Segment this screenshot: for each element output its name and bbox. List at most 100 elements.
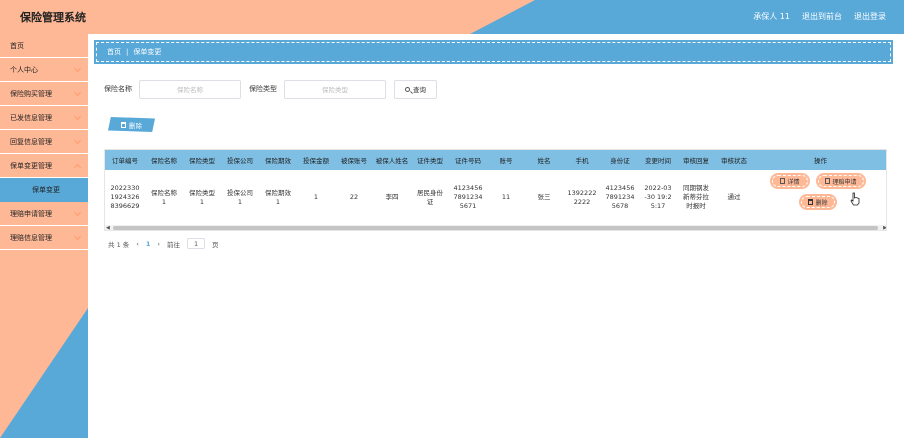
top-links: 承保人 11 退出到前台 退出登录 <box>753 11 886 22</box>
table-header: 订单编号 保险名称 保险类型 投保公司 保险期效 投保金额 被保账号 被保人姓名… <box>105 150 886 170</box>
cell-id-card: 4123456 7891234 5678 <box>605 184 635 210</box>
header-account: 账号 <box>499 157 513 165</box>
sidebar-item-reply-messages[interactable]: 回复信息管理 <box>0 130 88 154</box>
sidebar-item-personal-center[interactable]: 个人中心 <box>0 58 88 82</box>
horizontal-scrollbar[interactable]: ◀ ▶ <box>105 225 886 230</box>
sidebar-item-label: 个人中心 <box>10 65 38 74</box>
goto-label: 前往 <box>167 240 181 249</box>
scroll-left-arrow-icon[interactable]: ◀ <box>106 225 110 230</box>
header-insurance-name: 保险名称 <box>151 157 177 165</box>
header-order-no: 订单编号 <box>112 157 138 165</box>
sidebar-decoration <box>0 308 88 438</box>
page-suffix-label: 页 <box>212 240 219 249</box>
cell-company: 投保公司 1 <box>227 188 253 206</box>
header-company: 投保公司 <box>227 157 253 165</box>
sidebar-item-label: 保单变更管理 <box>10 161 52 170</box>
query-button[interactable]: 查询 <box>394 79 437 99</box>
cell-change-time: 2022-03 -30 19:2 5:17 <box>644 184 672 210</box>
header-review-status: 审核状态 <box>721 157 747 165</box>
header-insurance-type: 保险类型 <box>189 157 215 165</box>
sidebar-item-label: 理赔信息管理 <box>10 233 52 242</box>
cell-phone: 1392222 2222 <box>567 188 597 206</box>
breadcrumb-home[interactable]: 首页 <box>107 47 121 57</box>
header-validity: 保险期效 <box>265 157 291 165</box>
logout-link[interactable]: 退出登录 <box>854 11 886 22</box>
sidebar-item-insurance-purchase[interactable]: 保险购买管理 <box>0 82 88 106</box>
pagination-total: 共 1 条 <box>108 240 130 249</box>
header-insured-name: 被保人姓名 <box>375 157 409 165</box>
pagination: 共 1 条 ‹ 1 › 前往 1 页 <box>108 238 219 249</box>
chevron-down-icon <box>73 88 82 97</box>
header-amount: 投保金额 <box>303 157 329 165</box>
document-icon <box>825 178 831 184</box>
chevron-down-icon <box>73 64 82 73</box>
header-change-time: 变更时间 <box>645 157 671 165</box>
sidebar-item-label: 已发信息管理 <box>10 113 52 122</box>
cell-order-no: 2022330 1924326 8396629 <box>110 184 140 210</box>
batch-delete-button[interactable]: 删除 <box>108 117 155 132</box>
breadcrumb-separator: | <box>126 48 129 56</box>
search-bar: 保险名称 保险名称 保险类型 保险类型 查询 <box>104 79 437 99</box>
current-user-label: 承保人 11 <box>753 12 790 21</box>
breadcrumb-current: 保单变更 <box>133 48 162 56</box>
trash-icon <box>121 121 126 128</box>
cell-insurance-type: 保险类型 1 <box>189 188 215 206</box>
chevron-down-icon <box>73 136 82 145</box>
sidebar-item-label: 保险购买管理 <box>10 89 52 98</box>
detail-button[interactable]: 详情 <box>771 174 809 188</box>
page-number-current[interactable]: 1 <box>146 240 151 248</box>
cell-account: 11 <box>501 193 511 201</box>
header-id-card: 身份证 <box>610 157 630 165</box>
document-icon <box>780 178 786 184</box>
scroll-right-arrow-icon[interactable]: ▶ <box>883 225 886 230</box>
header-phone: 手机 <box>575 157 589 165</box>
cell-validity: 保险期效 1 <box>265 188 291 206</box>
claim-apply-button[interactable]: 理赔申请 <box>817 174 865 188</box>
search-icon <box>405 86 410 92</box>
header-id-type: 证件类型 <box>417 157 443 165</box>
chevron-down-icon <box>73 208 82 217</box>
trash-icon <box>808 199 814 205</box>
sidebar-item-policy-change[interactable]: 保单变更管理 <box>0 154 88 178</box>
next-page-button[interactable]: › <box>157 240 160 248</box>
row-actions: 详情 理赔申请 删除 <box>765 174 886 221</box>
top-bar: 保险管理系统 承保人 11 退出到前台 退出登录 <box>0 0 904 34</box>
sidebar-item-sent-messages[interactable]: 已发信息管理 <box>0 106 88 130</box>
cell-insurance-name: 保险名称 1 <box>151 188 177 206</box>
insurance-name-label: 保险名称 <box>104 85 132 93</box>
sidebar-item-claim-info[interactable]: 理赔信息管理 <box>0 226 88 250</box>
header-id-number: 证件号码 <box>455 157 481 165</box>
prev-page-button[interactable]: ‹ <box>136 240 139 248</box>
cell-id-number: 4123456 7891234 5671 <box>453 184 483 210</box>
main-content: 首页 | 保单变更 保险名称 保险名称 保险类型 保险类型 查询 删除 订单编号… <box>88 34 904 438</box>
insurance-type-label: 保险类型 <box>249 85 277 93</box>
cell-name: 张三 <box>537 193 551 201</box>
header-actions: 操作 <box>814 157 827 165</box>
back-to-frontend-link[interactable]: 退出到前台 <box>802 11 842 22</box>
insurance-name-input[interactable]: 保险名称 <box>139 79 241 99</box>
cell-insured-account: 22 <box>349 193 359 201</box>
sidebar-item-home[interactable]: 首页 <box>0 34 88 58</box>
query-button-label: 查询 <box>413 86 426 94</box>
sidebar-item-label: 保单变更 <box>32 186 60 194</box>
sidebar-item-claim-application[interactable]: 理赔申请管理 <box>0 202 88 226</box>
header-insured-account: 被保账号 <box>341 157 367 165</box>
chevron-down-icon <box>73 232 82 241</box>
cell-id-type: 居民身份 证 <box>417 188 443 206</box>
sidebar-subitem-policy-change[interactable]: 保单变更 <box>0 178 88 202</box>
scrollbar-thumb[interactable] <box>113 226 878 230</box>
sidebar-item-label: 首页 <box>10 41 24 50</box>
cell-insured-name: 李四 <box>385 193 399 201</box>
chevron-down-icon <box>73 112 82 121</box>
cell-review-status: 通过 <box>727 193 741 201</box>
sidebar: 首页 个人中心 保险购买管理 已发信息管理 回复信息管理 保单变更管理 保单变更… <box>0 34 88 438</box>
insurance-type-input[interactable]: 保险类型 <box>284 79 386 99</box>
goto-page-input[interactable]: 1 <box>187 238 206 249</box>
batch-delete-label: 删除 <box>129 121 142 130</box>
row-delete-button-label: 删除 <box>815 199 828 207</box>
sidebar-item-label: 回复信息管理 <box>10 137 52 146</box>
claim-apply-button-label: 理赔申请 <box>832 178 857 186</box>
row-delete-button[interactable]: 删除 <box>800 195 836 209</box>
hand-cursor-icon <box>850 192 860 206</box>
header-name: 姓名 <box>537 157 551 165</box>
